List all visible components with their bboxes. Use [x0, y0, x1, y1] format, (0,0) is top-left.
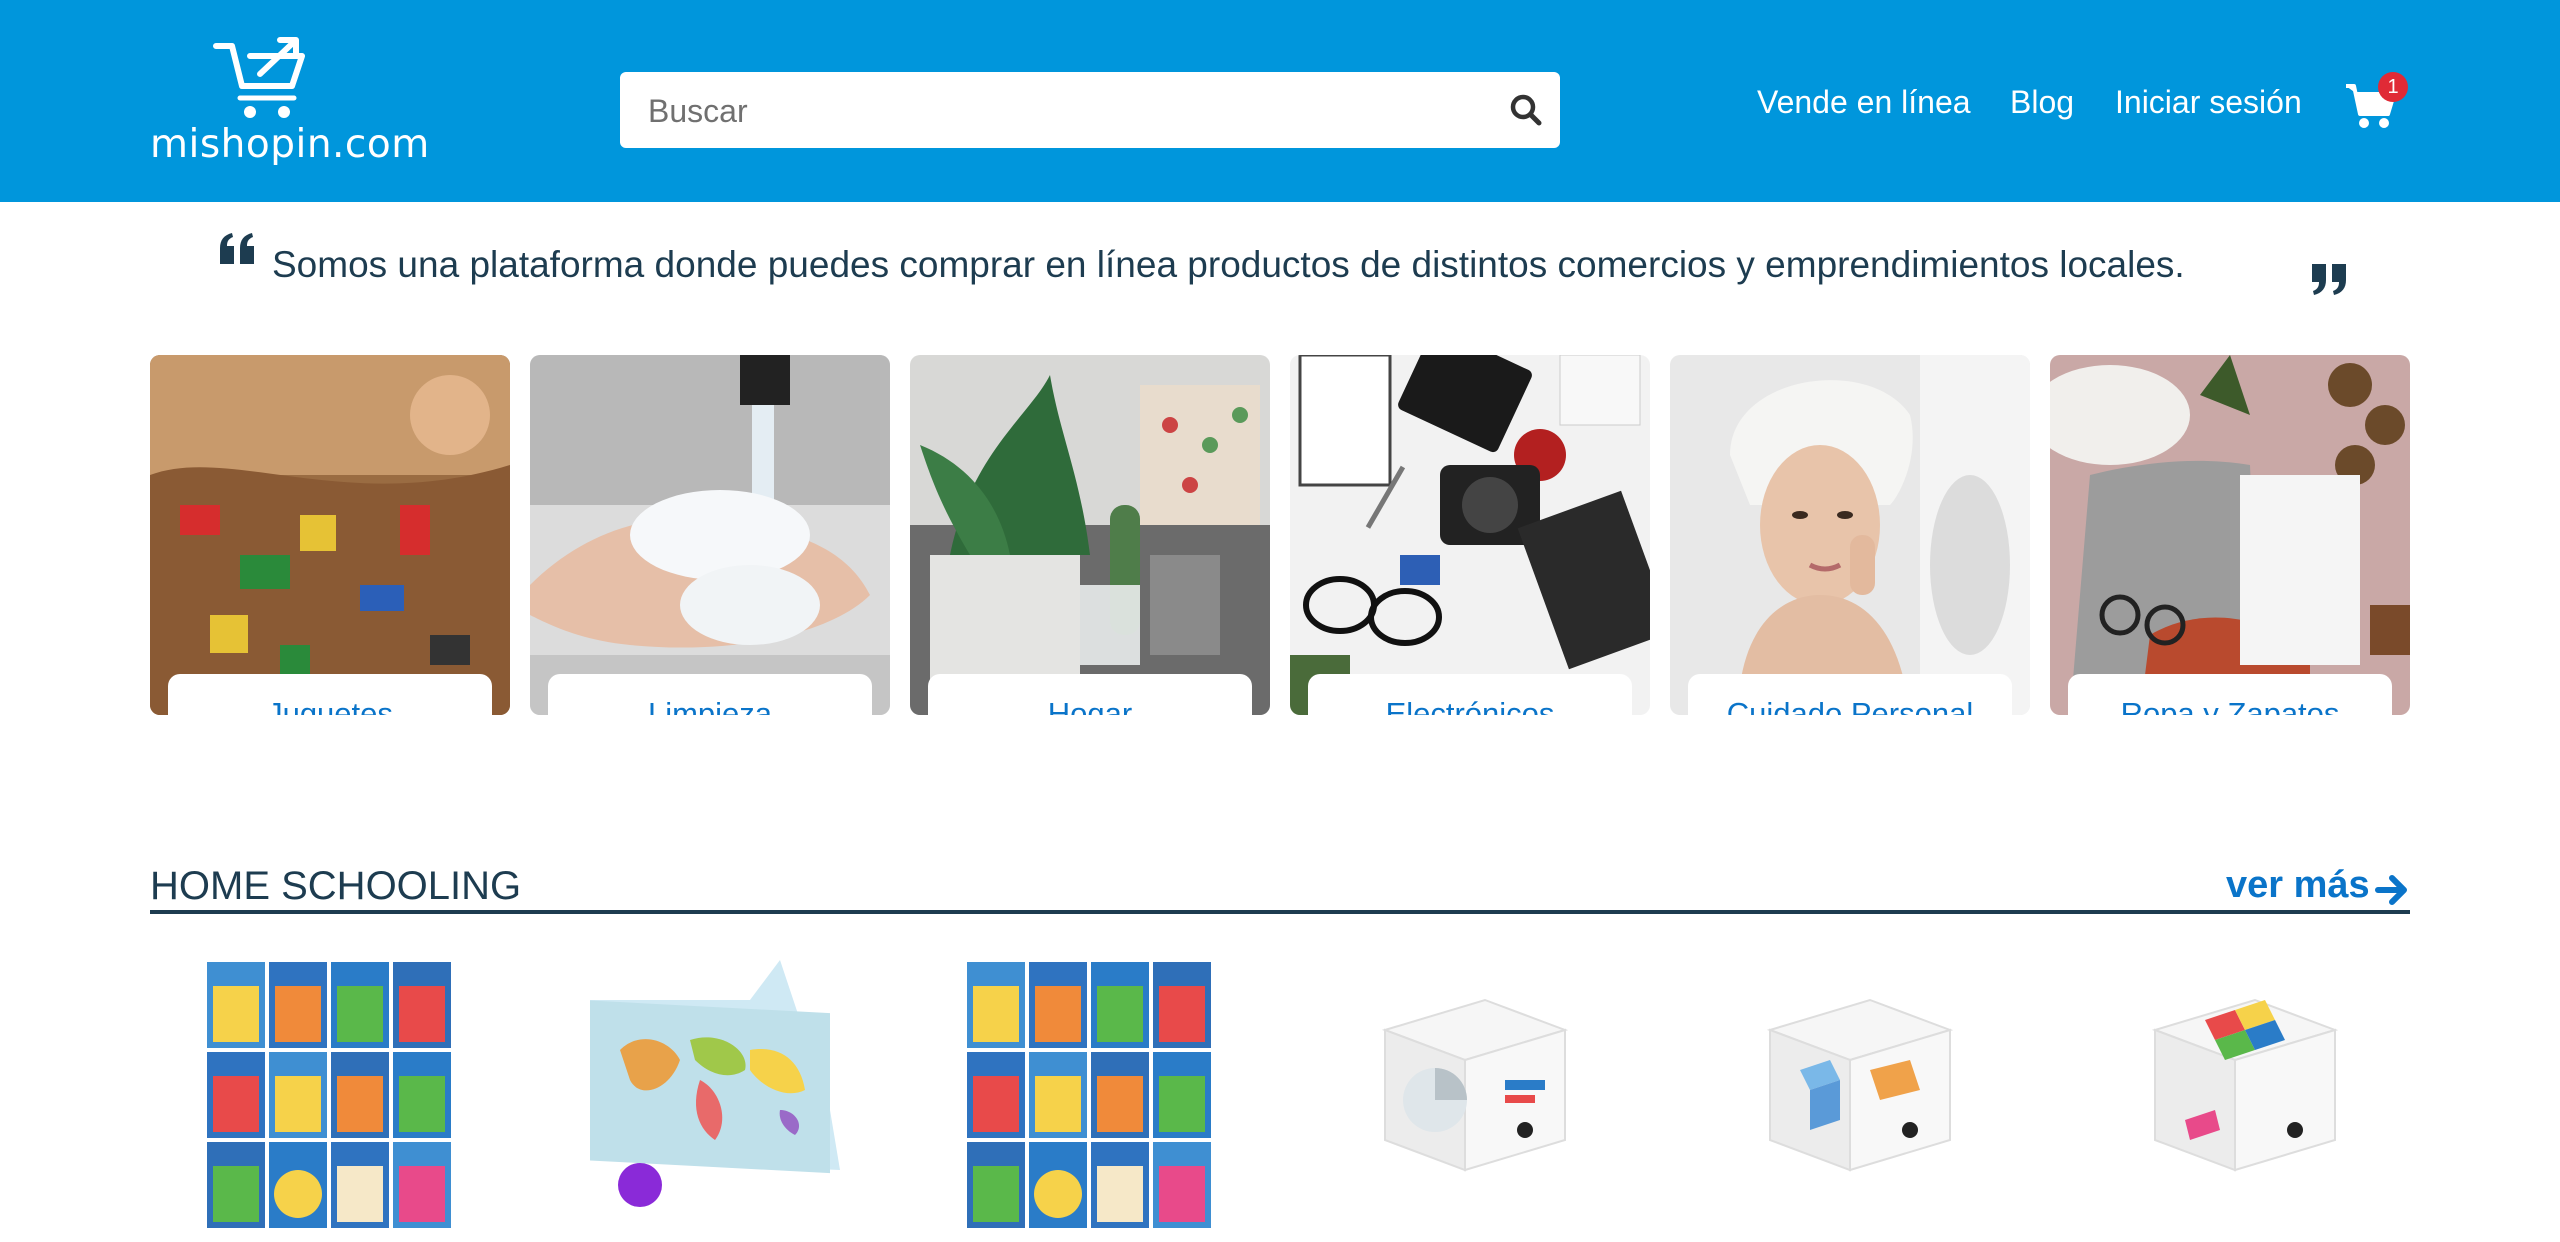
product-image [967, 962, 1211, 1228]
site-header: mishopin.com Vende en línea Blog Iniciar… [0, 0, 2560, 202]
product-card[interactable] [205, 960, 465, 1242]
category-card-home[interactable]: Hogar [910, 355, 1270, 715]
quote-close-icon [2312, 264, 2346, 295]
section-title: HOME SCHOOLING [150, 864, 522, 908]
category-card-toys[interactable]: Juguetes [150, 355, 510, 715]
search-input[interactable] [646, 72, 1490, 150]
search-icon[interactable] [1508, 92, 1544, 128]
product-card[interactable] [965, 960, 1225, 1242]
product-image [590, 960, 840, 1207]
product-image [2151, 998, 2339, 1172]
category-label: Hogar [928, 674, 1252, 715]
site-logo[interactable]: mishopin.com [150, 34, 430, 174]
search-bar [620, 72, 1560, 150]
category-label: Ropa y Zapatos [2068, 674, 2392, 715]
toys-image [150, 355, 510, 715]
quote-open-icon [220, 233, 254, 264]
poster-grid [207, 962, 451, 1228]
tagline: Somos una plataforma donde puedes compra… [218, 232, 2348, 312]
product-card[interactable] [1760, 960, 2020, 1242]
product-card[interactable] [2145, 960, 2405, 1242]
category-label: Electrónicos [1308, 674, 1632, 715]
nav-sell-online[interactable]: Vende en línea [1757, 84, 1971, 121]
category-card-personal-care[interactable]: Cuidado Personal [1670, 355, 2030, 715]
category-label: Cuidado Personal [1688, 674, 2012, 715]
product-image [1766, 998, 1954, 1172]
product-card[interactable] [580, 960, 840, 1242]
cart-count-badge: 1 [2378, 72, 2408, 102]
cleaning-image [530, 355, 890, 715]
home-image [910, 355, 1270, 715]
personal-care-image [1670, 355, 2030, 715]
category-card-cleaning[interactable]: Limpieza [530, 355, 890, 715]
nav-login[interactable]: Iniciar sesión [2115, 84, 2302, 121]
category-label: Juguetes [168, 674, 492, 715]
clothing-shoes-image [2050, 355, 2410, 715]
section-divider [150, 910, 2410, 914]
tagline-text: Somos una plataforma donde puedes compra… [272, 244, 2185, 285]
category-card-electronics[interactable]: Electrónicos [1290, 355, 1650, 715]
category-label: Limpieza [548, 674, 872, 715]
arrow-right-icon[interactable] [2374, 872, 2410, 908]
logo-text: mishopin.com [150, 122, 430, 167]
cart-logo-icon [213, 37, 305, 118]
product-image [1381, 998, 1569, 1172]
product-card[interactable] [1375, 960, 1635, 1242]
category-card-clothing-shoes[interactable]: Ropa y Zapatos [2050, 355, 2410, 715]
see-more-link[interactable]: ver más [2226, 864, 2370, 907]
nav-blog[interactable]: Blog [2010, 84, 2074, 121]
product-image [207, 962, 451, 1228]
electronics-image [1290, 355, 1650, 715]
